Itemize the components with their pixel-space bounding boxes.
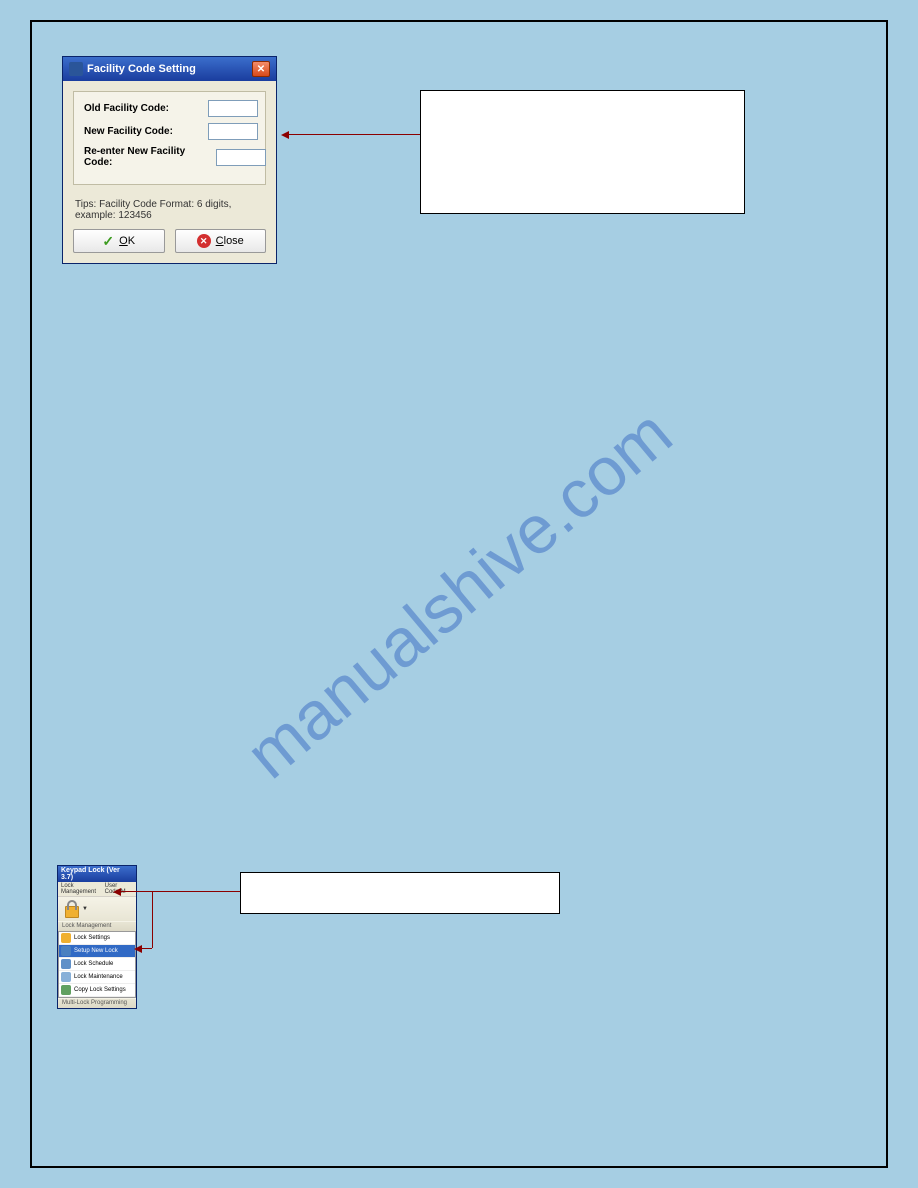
x-circle-icon: ✕ [197,234,211,248]
new-code-input[interactable] [208,123,258,140]
menu-item-label: Setup New Lock [74,948,118,954]
dialog-title: Facility Code Setting [87,63,196,75]
menu-item-lock-maintenance[interactable]: Lock Maintenance [59,971,135,984]
menu-item-label: Copy Lock Settings [74,987,126,993]
keypad-lock-window: Keypad Lock (Ver 3.7) Lock Management Us… [57,865,137,1009]
close-button[interactable]: ✕ Close [175,229,267,253]
section-multi-lock: Multi-Lock Programming [58,998,136,1008]
menu-item-lock-schedule[interactable]: Lock Schedule [59,958,135,971]
new-code-label: New Facility Code: [84,126,204,137]
chevron-down-icon[interactable]: ▼ [82,906,88,912]
copy-icon [61,985,71,995]
app2-title: Keypad Lock (Ver 3.7) [61,867,133,881]
watermark-text: manualshive.com [231,394,686,794]
menu-item-label: Lock Settings [74,935,110,941]
callout-box-2 [240,872,560,914]
check-icon: ✓ [102,233,114,250]
tips-text: Tips: Facility Code Format: 6 digits, ex… [73,193,266,229]
old-code-label: Old Facility Code: [84,103,204,114]
dialog-body: Old Facility Code: New Facility Code: Re… [63,81,276,263]
reenter-code-input[interactable] [216,149,266,166]
setup-lock-icon [61,946,71,956]
menu-lock-management[interactable]: Lock Management [61,883,101,895]
menu-item-copy-lock-settings[interactable]: Copy Lock Settings [59,984,135,997]
app2-menubar: Lock Management User Code M [58,882,136,897]
menu-item-label: Lock Maintenance [74,974,123,980]
maintenance-icon [61,972,71,982]
reenter-code-label: Re-enter New Facility Code: [84,146,212,168]
menu-item-label: Lock Schedule [74,961,113,967]
close-icon[interactable]: ✕ [252,61,270,77]
window-icon [69,62,83,76]
arrow-line-1 [285,134,420,135]
schedule-icon [61,959,71,969]
lock-icon[interactable] [64,900,80,918]
lock-settings-icon [61,933,71,943]
menu-item-setup-new-lock[interactable]: Setup New Lock [59,945,135,958]
app2-toolbar: ▼ [58,897,136,921]
ok-button[interactable]: ✓ OK [73,229,165,253]
section-lock-management: Lock Management [58,921,136,931]
button-row: ✓ OK ✕ Close [73,229,266,253]
page-frame: manualshive.com Facility Code Setting ✕ … [30,20,888,1168]
app2-titlebar: Keypad Lock (Ver 3.7) [58,866,136,882]
menu-item-lock-settings[interactable]: Lock Settings [59,932,135,945]
old-code-input[interactable] [208,100,258,117]
dropdown-menu: Lock Settings Setup New Lock Lock Schedu… [58,931,136,998]
facility-code-dialog: Facility Code Setting ✕ Old Facility Cod… [62,56,277,264]
form-group: Old Facility Code: New Facility Code: Re… [73,91,266,185]
callout-box-1 [420,90,745,214]
dialog-titlebar: Facility Code Setting ✕ [63,57,276,81]
